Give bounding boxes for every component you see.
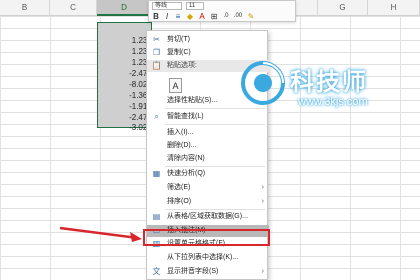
menu-item-filter[interactable]: 筛选(E) ›: [147, 182, 269, 194]
search-icon: ⌕: [154, 112, 159, 121]
table-icon: ▤: [152, 212, 161, 221]
column-header-d[interactable]: D: [97, 0, 152, 16]
watermark-logo-icon: [241, 61, 285, 105]
menu-item-label: 选择性粘贴(S)...: [167, 97, 218, 104]
chevron-right-icon: ›: [261, 268, 264, 275]
menu-item-label: 智能查找(L): [167, 113, 204, 120]
cell-d-value[interactable]: 1.23(: [97, 57, 152, 68]
watermark-url: www.3kjs.com: [298, 96, 368, 108]
menu-item-label: 复制(C): [167, 49, 191, 56]
menu-item-insert[interactable]: 插入(I)...: [147, 127, 269, 139]
menu-separator: [165, 124, 265, 125]
italic-button[interactable]: I: [162, 12, 172, 21]
menu-item-sort[interactable]: 排序(O) ›: [147, 196, 269, 208]
cell-d-value[interactable]: -1.91(: [97, 101, 152, 112]
bold-button[interactable]: B: [151, 12, 161, 21]
column-header-c[interactable]: C: [50, 0, 97, 16]
increase-decimal-icon[interactable]: .0: [221, 12, 231, 21]
paste-values-button[interactable]: A: [169, 78, 182, 93]
decrease-decimal-icon[interactable]: .00: [233, 12, 243, 21]
cell-d-value[interactable]: -3.02(: [97, 122, 152, 133]
cell-d-value[interactable]: 1.23(: [97, 46, 152, 57]
font-size-box[interactable]: 11: [186, 2, 204, 10]
align-icon[interactable]: ≡: [173, 12, 183, 21]
copy-icon: ❐: [152, 48, 161, 57]
menu-item-get-data[interactable]: ▤ 从表格/区域获取数据(G)...: [147, 211, 269, 223]
menu-separator: [165, 166, 265, 167]
menu-item-delete[interactable]: 删除(D)...: [147, 140, 269, 152]
menu-item-show-pinyin[interactable]: 文 显示拼音字段(S) ›: [147, 266, 269, 278]
watermark-title: 科技师: [290, 69, 368, 96]
menu-separator: [165, 209, 265, 210]
chevron-right-icon: ›: [261, 198, 264, 205]
menu-item-label: 清除内容(N): [167, 155, 205, 162]
menu-item-label: 插入(I)...: [167, 129, 194, 136]
chevron-right-icon: ›: [261, 184, 264, 191]
menu-item-label: 快速分析(Q): [167, 170, 206, 177]
menu-item-label: 删除(D)...: [167, 142, 197, 149]
paste-icon: 📋: [151, 61, 162, 70]
cell-d-value[interactable]: -1.36(: [97, 90, 152, 101]
menu-item-label: 排序(O): [167, 198, 192, 205]
menu-item-label: 粘贴选项:: [167, 62, 197, 69]
column-header-b[interactable]: B: [0, 0, 50, 16]
menu-item-label: 筛选(E): [167, 184, 191, 191]
mini-toolbar: 等线 11 B I ≡ ◆ A ⊞ .0 .00 ✎: [148, 0, 296, 22]
font-name-box[interactable]: 等线: [152, 2, 182, 10]
cell-d-value[interactable]: -8.02(: [97, 79, 152, 90]
menu-item-quick-analysis[interactable]: ▦ 快速分析(Q): [147, 168, 269, 180]
menu-item-cut[interactable]: ✂ 剪切(T): [147, 34, 269, 46]
highlight-box: [143, 229, 270, 246]
font-color-button[interactable]: A: [197, 12, 207, 21]
borders-icon[interactable]: ⊞: [209, 12, 219, 21]
cell-d-value[interactable]: 1.23(: [97, 35, 152, 46]
scissors-icon: ✂: [153, 35, 160, 44]
fill-color-icon[interactable]: ◆: [185, 12, 195, 21]
format-painter-icon[interactable]: ✎: [246, 12, 256, 21]
column-header-h[interactable]: H: [368, 0, 420, 16]
menu-item-label: 从表格/区域获取数据(G)...: [167, 213, 248, 220]
quick-analysis-icon: ▦: [152, 169, 161, 178]
menu-item-pick-from-list[interactable]: 从下拉列表中选择(K)...: [147, 252, 269, 264]
menu-item-label: 从下拉列表中选择(K)...: [167, 254, 239, 261]
column-header-g[interactable]: G: [318, 0, 368, 16]
red-arrow-icon: [59, 226, 142, 242]
menu-item-clear-contents[interactable]: 清除内容(N): [147, 153, 269, 165]
watermark: 科技师 www.3kjs.com: [238, 56, 398, 122]
menu-item-label: 剪切(T): [167, 36, 190, 43]
cell-d-value[interactable]: -2.47(: [97, 68, 152, 79]
menu-item-label: 显示拼音字段(S): [167, 268, 219, 275]
pinyin-icon: 文: [152, 267, 161, 276]
